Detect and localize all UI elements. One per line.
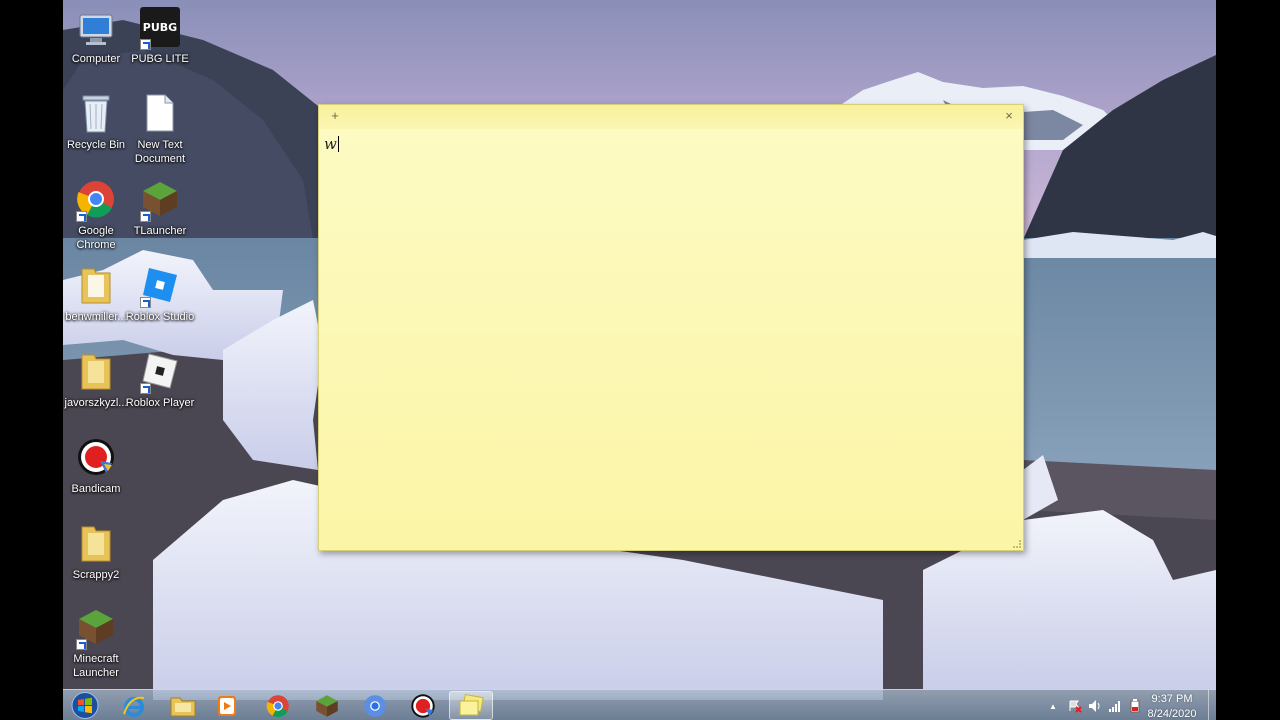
desktop-icon-benwmiller-folder[interactable]: benwmiller...: [63, 262, 129, 324]
media-player-icon: [218, 695, 236, 716]
show-desktop-button[interactable]: [1208, 690, 1216, 720]
clock-date: 8/24/2020: [1147, 708, 1197, 720]
desktop-icon-label: PUBG LITE: [131, 53, 189, 65]
taskbar: ▲ 9:37 PM 8/24/2020: [63, 689, 1216, 720]
taskbar-google-chrome[interactable]: [256, 691, 300, 720]
desktop-icon-roblox-player[interactable]: Roblox Player: [125, 348, 195, 410]
desktop-icon-new-text-document[interactable]: New Text Document: [127, 90, 193, 166]
desktop-icon-label: New Text Document: [134, 139, 186, 165]
shortcut-arrow-icon: [140, 383, 151, 394]
sticky-note-titlebar[interactable]: + ×: [319, 105, 1023, 129]
show-hidden-icons-button[interactable]: ▲: [1046, 699, 1060, 713]
add-note-button[interactable]: +: [327, 108, 343, 124]
chromium-icon: [364, 694, 386, 717]
taskbar-minecraft[interactable]: [305, 691, 349, 720]
internet-explorer-icon: [123, 696, 145, 717]
desktop-icon-label: Google Chrome: [76, 225, 116, 251]
desktop-icon-label: benwmiller...: [65, 311, 127, 323]
desktop-icon-label: Recycle Bin: [66, 139, 126, 151]
taskbar-bandicam[interactable]: [401, 691, 445, 720]
desktop-icon-label: Bandicam: [71, 483, 121, 495]
pubg-lite-icon: PUBG: [139, 4, 181, 50]
text-document-icon: [139, 90, 181, 136]
shortcut-arrow-icon: [76, 211, 87, 222]
shortcut-arrow-icon: [140, 211, 151, 222]
desktop-icon-label: Computer: [71, 53, 121, 65]
clock-time: 9:37 PM: [1151, 693, 1193, 705]
desktop-icon-label: javorszkyzl...: [64, 397, 128, 409]
tlauncher-icon: [139, 176, 181, 222]
power-icon[interactable]: [1128, 699, 1142, 713]
folder-icon: [75, 348, 117, 394]
folder-icon: [75, 520, 117, 566]
taskbar-internet-explorer[interactable]: [112, 691, 156, 720]
folder-icon: [75, 262, 117, 308]
desktop-icon-recycle-bin[interactable]: Recycle Bin: [63, 90, 129, 152]
shortcut-arrow-icon: [140, 297, 151, 308]
desktop-icon-javorszkyzl-folder[interactable]: javorszkyzl...: [63, 348, 129, 410]
taskbar-sticky-notes[interactable]: [449, 691, 493, 720]
start-button[interactable]: [69, 690, 101, 720]
chrome-icon: [75, 176, 117, 222]
sticky-note-window[interactable]: + × w: [318, 104, 1024, 551]
desktop-icon-bandicam[interactable]: Bandicam: [63, 434, 129, 496]
clock[interactable]: 9:37 PM 8/24/2020: [1142, 693, 1202, 720]
shortcut-arrow-icon: [76, 639, 87, 650]
roblox-studio-icon: [139, 262, 181, 308]
desktop-icon-label: Roblox Player: [125, 397, 195, 409]
chrome-icon: [266, 694, 289, 717]
desktop-icon-label: Roblox Studio: [125, 311, 195, 323]
file-explorer-icon: [170, 697, 196, 716]
network-signal-icon[interactable]: [1108, 699, 1122, 713]
sticky-notes-icon: [459, 693, 484, 715]
action-center-icon[interactable]: [1068, 699, 1082, 713]
desktop-icon-tlauncher[interactable]: TLauncher: [127, 176, 193, 238]
desktop-icon-minecraft-launcher[interactable]: Minecraft Launcher: [63, 604, 129, 680]
recycle-bin-icon: [75, 90, 117, 136]
sticky-note-text[interactable]: w: [324, 135, 339, 153]
desktop: Computer PUBG PUBG LITE Recycle Bin New …: [63, 0, 1216, 720]
minecraft-icon: [316, 694, 338, 717]
desktop-icon-label: TLauncher: [133, 225, 187, 237]
system-tray: ▲ 9:37 PM 8/24/2020: [1046, 690, 1216, 720]
bandicam-icon: [75, 434, 117, 480]
close-note-button[interactable]: ×: [1001, 108, 1017, 124]
sticky-note-body[interactable]: w: [319, 129, 1023, 550]
taskbar-file-explorer[interactable]: [161, 691, 205, 720]
resize-grip-icon[interactable]: [1013, 540, 1021, 548]
volume-icon[interactable]: [1088, 699, 1102, 713]
roblox-player-icon: [139, 348, 181, 394]
taskbar-media-player[interactable]: [205, 691, 249, 720]
minecraft-icon: [75, 604, 117, 650]
bandicam-icon: [411, 693, 435, 718]
desktop-icon-label: Minecraft Launcher: [73, 653, 119, 679]
desktop-icon-roblox-studio[interactable]: Roblox Studio: [125, 262, 195, 324]
desktop-icon-label: Scrappy2: [72, 569, 120, 581]
taskbar-chromium[interactable]: [353, 691, 397, 720]
computer-icon: [75, 10, 117, 50]
desktop-icon-computer[interactable]: Computer: [63, 10, 129, 66]
desktop-icon-pubg-lite[interactable]: PUBG PUBG LITE: [127, 4, 193, 66]
pubg-logo-text: PUBG: [142, 20, 178, 34]
desktop-icon-scrappy2-folder[interactable]: Scrappy2: [63, 520, 129, 582]
desktop-icon-google-chrome[interactable]: Google Chrome: [63, 176, 129, 252]
shortcut-arrow-icon: [140, 39, 151, 50]
